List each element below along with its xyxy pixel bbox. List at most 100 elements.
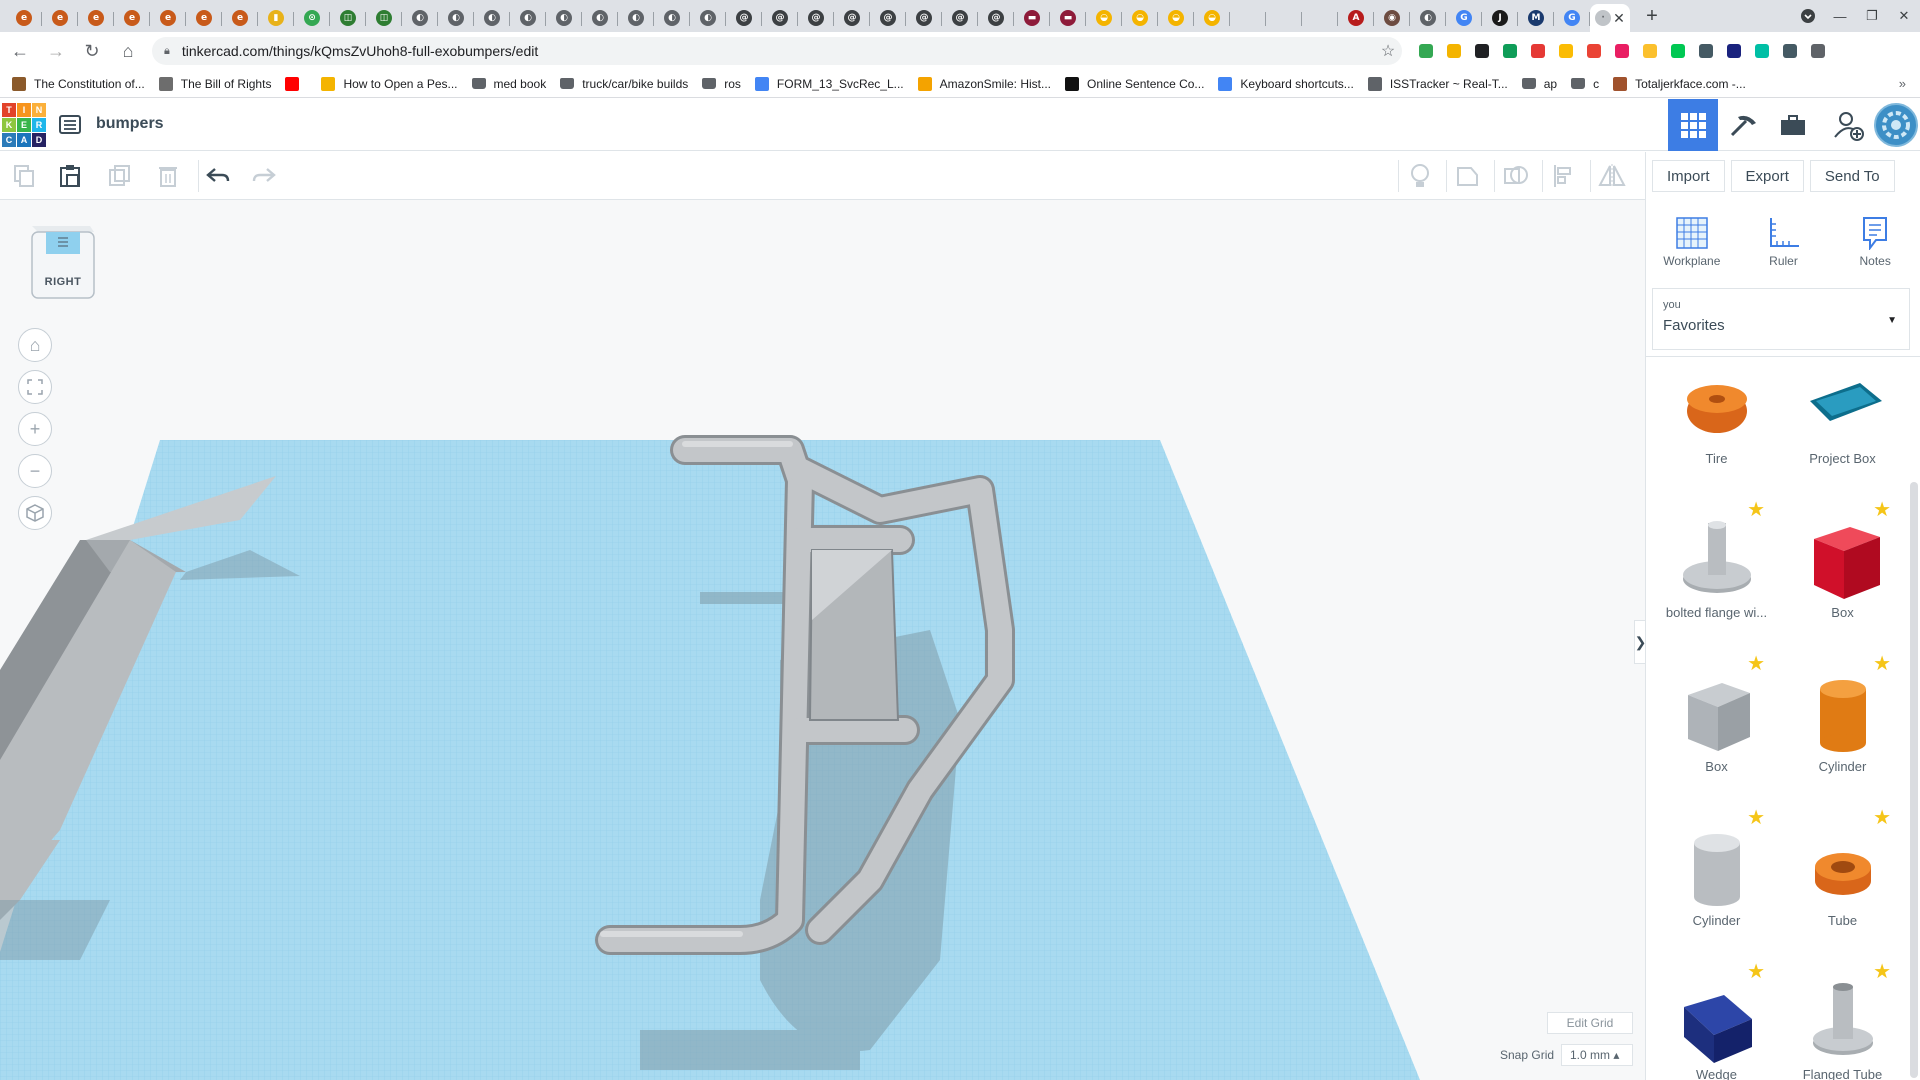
browser-tab-active[interactable]: · ✕ xyxy=(1590,4,1630,32)
browser-tab[interactable]: e xyxy=(78,4,114,32)
view-cube[interactable]: RIGHT xyxy=(28,222,98,302)
lessons-view-button[interactable] xyxy=(1768,99,1818,151)
browser-tab[interactable]: ◒ xyxy=(1122,4,1158,32)
favorite-star-icon[interactable]: ★ xyxy=(1873,959,1891,984)
ungroup-button[interactable] xyxy=(1500,160,1532,192)
collapse-panel-button[interactable]: ❯ xyxy=(1634,620,1645,664)
shape-tile[interactable]: Project Box xyxy=(1780,357,1905,501)
mirror-button[interactable] xyxy=(1596,160,1628,192)
browser-tab[interactable]: ◐ xyxy=(402,4,438,32)
browser-tab[interactable]: ◫ xyxy=(366,4,402,32)
shape-tile[interactable]: ★ Box xyxy=(1780,499,1905,655)
extension-icon[interactable] xyxy=(1583,40,1605,62)
bookmark-item[interactable]: ISSTracker ~ Real-T... xyxy=(1367,76,1508,91)
browser-tab[interactable]: ◒ xyxy=(1086,4,1122,32)
favorite-star-icon[interactable]: ★ xyxy=(1747,805,1765,830)
workplane-tool-button[interactable]: Workplane xyxy=(1646,208,1738,288)
browser-tab[interactable]: M xyxy=(1518,4,1554,32)
favorite-star-icon[interactable]: ★ xyxy=(1873,497,1891,522)
tinkercad-logo[interactable]: TIN KER CAD xyxy=(2,103,46,147)
browser-tab[interactable]: ◐ xyxy=(510,4,546,32)
browser-tab[interactable]: ◒ xyxy=(1194,4,1230,32)
extension-icon[interactable] xyxy=(1695,40,1717,62)
browser-tab[interactable]: ▬ xyxy=(1014,4,1050,32)
extension-icon[interactable] xyxy=(1415,40,1437,62)
bookmark-item[interactable]: The Bill of Rights xyxy=(158,76,271,91)
bookmark-folder[interactable]: med book xyxy=(471,77,546,91)
browser-tab[interactable]: ◐ xyxy=(690,4,726,32)
home-view-button[interactable]: ⌂ xyxy=(18,328,52,362)
extension-icon[interactable] xyxy=(1667,40,1689,62)
show-all-button[interactable] xyxy=(1404,160,1436,192)
redo-button[interactable] xyxy=(248,160,280,192)
browser-tab[interactable] xyxy=(1302,4,1338,32)
bookmarks-overflow-button[interactable]: » xyxy=(1899,76,1906,91)
browser-tab[interactable]: ◐ xyxy=(474,4,510,32)
edit-grid-button[interactable]: Edit Grid xyxy=(1547,1012,1633,1034)
browser-tab[interactable]: @ xyxy=(834,4,870,32)
browser-tab[interactable]: G xyxy=(1446,4,1482,32)
extension-icon[interactable] xyxy=(1443,40,1465,62)
favorite-star-icon[interactable]: ★ xyxy=(1747,651,1765,676)
bookmark-item[interactable]: Online Sentence Co... xyxy=(1065,76,1204,91)
3d-scene[interactable] xyxy=(0,200,1645,1080)
bookmark-item[interactable]: The Constitution of... xyxy=(12,76,145,91)
3d-design-view-button[interactable] xyxy=(1668,99,1718,151)
browser-tab[interactable]: @ xyxy=(906,4,942,32)
import-button[interactable]: Import xyxy=(1652,160,1725,192)
reload-button[interactable]: ↻ xyxy=(76,35,108,67)
favorite-star-icon[interactable]: ★ xyxy=(1873,651,1891,676)
browser-tab[interactable]: @ xyxy=(726,4,762,32)
browser-tab[interactable]: ◒ xyxy=(1158,4,1194,32)
avatar[interactable] xyxy=(1874,103,1918,147)
paste-button[interactable] xyxy=(54,160,86,192)
bookmark-item[interactable]: AmazonSmile: Hist... xyxy=(917,76,1051,91)
back-button[interactable]: ← xyxy=(4,35,36,67)
bookmark-folder[interactable]: ros xyxy=(702,77,741,91)
bookmark-folder[interactable]: c xyxy=(1571,77,1599,91)
undo-button[interactable] xyxy=(202,160,234,192)
browser-tab[interactable]: e xyxy=(114,4,150,32)
shape-panel-scrollbar[interactable] xyxy=(1910,482,1918,1078)
bookmark-item[interactable]: Keyboard shortcuts... xyxy=(1218,76,1354,91)
bookmark-star-icon[interactable]: ☆ xyxy=(1374,41,1402,61)
notes-tool-button[interactable]: Notes xyxy=(1829,208,1920,288)
forward-button[interactable]: → xyxy=(40,35,72,67)
snap-grid-select[interactable]: 1.0 mm ▴ xyxy=(1561,1044,1633,1066)
bookmark-item[interactable]: How to Open a Pes... xyxy=(321,76,458,91)
favorite-star-icon[interactable]: ★ xyxy=(1873,805,1891,830)
browser-tab[interactable]: @ xyxy=(870,4,906,32)
group-button[interactable] xyxy=(1452,160,1484,192)
shape-tile[interactable]: ★ Cylinder xyxy=(1780,653,1905,809)
browser-tab[interactable]: G xyxy=(1554,4,1590,32)
extension-icon[interactable] xyxy=(1751,40,1773,62)
close-window-button[interactable]: ✕ xyxy=(1888,0,1920,32)
send-to-button[interactable]: Send To xyxy=(1809,160,1895,192)
browser-tab[interactable]: ◫ xyxy=(330,4,366,32)
browser-tab[interactable]: ◐ xyxy=(546,4,582,32)
zoom-out-button[interactable]: − xyxy=(18,454,52,488)
shape-tile[interactable]: ★ Cylinder xyxy=(1654,807,1779,963)
shape-tile[interactable]: ★ bolted flange wi... xyxy=(1654,499,1779,655)
browser-tab[interactable]: ◐ xyxy=(618,4,654,32)
extension-icon[interactable] xyxy=(1779,40,1801,62)
delete-button[interactable] xyxy=(152,160,184,192)
tab-search-button[interactable] xyxy=(1792,0,1824,32)
browser-tab[interactable]: @ xyxy=(762,4,798,32)
favorite-star-icon[interactable]: ★ xyxy=(1747,497,1765,522)
browser-tab[interactable]: @ xyxy=(942,4,978,32)
bookmark-folder[interactable]: ap xyxy=(1521,77,1557,91)
browser-tab[interactable]: ◐ xyxy=(582,4,618,32)
extension-icon[interactable] xyxy=(1639,40,1661,62)
shape-library-dropdown[interactable]: you Favorites ▼ xyxy=(1652,288,1910,350)
ruler-tool-button[interactable]: Ruler xyxy=(1738,208,1830,288)
browser-tab[interactable]: e xyxy=(6,4,42,32)
browser-tab[interactable]: @ xyxy=(978,4,1014,32)
browser-tab[interactable] xyxy=(1230,4,1266,32)
browser-tab[interactable]: e xyxy=(42,4,78,32)
fit-view-button[interactable] xyxy=(18,370,52,404)
duplicate-button[interactable] xyxy=(104,160,136,192)
shape-tile[interactable]: ★ Wedge xyxy=(1654,961,1779,1080)
extension-icon[interactable] xyxy=(1499,40,1521,62)
browser-tab[interactable]: J xyxy=(1482,4,1518,32)
